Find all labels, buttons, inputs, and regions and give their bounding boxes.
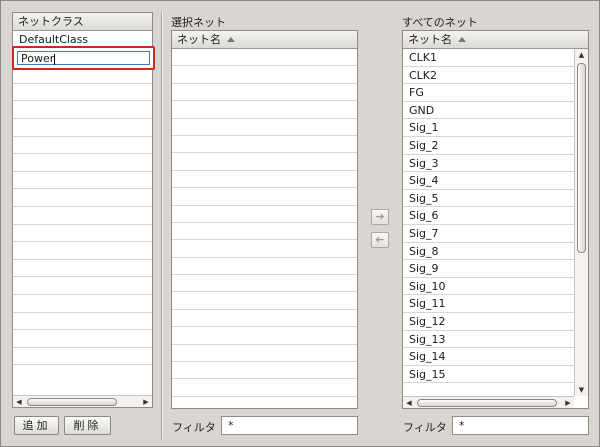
empty-row [172,275,357,293]
net-list-item[interactable]: FG [403,84,574,102]
empty-row [172,310,357,328]
empty-row [13,348,152,366]
empty-row [172,171,357,189]
all-nets-title: すべてのネット [402,16,478,29]
arrow-right-icon: ➔ [375,210,385,223]
net-list-item[interactable]: CLK2 [403,67,574,85]
net-list-item[interactable]: Sig_3 [403,155,574,173]
all-nets-list[interactable]: ネット名 CLK1 CLK2 FG GND Sig_1 Sig_2 Sig_3 Sig_4 Si… [402,30,589,409]
empty-row [13,225,152,243]
net-class-hscroll[interactable]: ◀ ▶ [13,395,152,407]
empty-row [172,362,357,380]
text-caret [54,53,56,65]
net-list-item[interactable]: Sig_10 [403,278,574,296]
empty-row [172,292,357,310]
scroll-up-icon[interactable]: ▲ [575,49,588,61]
empty-row [172,153,357,171]
net-list-item[interactable]: Sig_5 [403,190,574,208]
net-class-edit-highlight: Power [12,46,155,70]
all-filter-label: フィルタ [403,421,447,434]
add-net-button[interactable]: ➔ [371,209,389,225]
scroll-right-icon[interactable]: ▶ [563,398,573,408]
empty-row [172,119,357,136]
empty-row [13,101,152,119]
empty-row [13,154,152,172]
empty-row [172,258,357,276]
empty-row [172,206,357,223]
scroll-right-icon[interactable]: ▶ [141,397,151,407]
empty-row [13,207,152,225]
sort-ascending-icon [227,36,235,42]
net-class-list[interactable]: ネットクラス DefaultClass ◀ ▶ [12,12,153,408]
sort-ascending-icon [458,36,466,42]
separator [161,11,162,439]
all-nets-header-label: ネット名 [408,33,452,46]
net-list-item[interactable]: Sig_13 [403,331,574,349]
empty-row [172,188,357,206]
empty-row [172,327,357,345]
net-list-item[interactable]: Sig_6 [403,207,574,225]
empty-row [172,84,357,102]
scroll-down-icon[interactable]: ▼ [575,384,588,396]
selected-nets-list[interactable]: ネット名 [171,30,358,409]
empty-row [13,330,152,348]
all-nets-header[interactable]: ネット名 [403,31,588,49]
net-list-item[interactable]: Sig_1 [403,119,574,137]
empty-row [13,260,152,278]
empty-row [13,84,152,102]
selected-nets-title: 選択ネット [171,16,226,29]
empty-row [13,119,152,137]
empty-row [172,66,357,84]
net-list-item[interactable]: Sig_14 [403,348,574,366]
empty-row [13,242,152,260]
add-button[interactable]: 追加 [14,416,59,435]
net-class-dialog: ネットクラス DefaultClass ◀ ▶ Power 追加 削除 選択ネッ… [0,0,600,447]
net-class-name-value: Power [21,52,55,65]
net-list-item[interactable]: Sig_15 [403,366,574,384]
empty-row [13,313,152,331]
selected-filter-label: フィルタ [172,421,216,434]
delete-button[interactable]: 削除 [64,416,111,435]
net-list-item[interactable]: Sig_11 [403,295,574,313]
empty-row [172,345,357,363]
scroll-left-icon[interactable]: ◀ [14,397,24,407]
all-filter-input[interactable]: * [452,416,589,435]
net-list-item[interactable]: Sig_8 [403,243,574,261]
net-class-header[interactable]: ネットクラス [13,13,152,31]
net-list-item[interactable]: GND [403,102,574,120]
net-list-item[interactable]: Sig_2 [403,137,574,155]
empty-row [172,49,357,67]
selected-nets-header-label: ネット名 [177,33,221,46]
all-nets-rows: CLK1 CLK2 FG GND Sig_1 Sig_2 Sig_3 Sig_4 Sig_5 Si… [403,49,574,384]
selected-filter-input[interactable]: * [221,416,358,435]
selected-nets-rows [172,49,357,397]
net-list-item[interactable]: Sig_12 [403,313,574,331]
empty-row [13,189,152,207]
selected-nets-header[interactable]: ネット名 [172,31,357,49]
net-list-item[interactable]: CLK1 [403,49,574,67]
arrow-left-icon: ➔ [375,233,385,246]
empty-row [13,137,152,155]
empty-row [13,172,152,190]
empty-row [172,101,357,119]
empty-row [172,379,357,397]
empty-row [13,277,152,295]
net-class-name-input[interactable]: Power [17,51,150,65]
scroll-thumb[interactable] [417,399,557,407]
remove-net-button[interactable]: ➔ [371,232,389,248]
all-nets-hscroll[interactable]: ◀ ▶ [403,396,574,408]
empty-row [172,223,357,241]
empty-row [13,295,152,313]
net-class-rows: DefaultClass [13,31,152,366]
net-list-item[interactable]: Sig_9 [403,260,574,278]
empty-row [172,136,357,154]
net-list-item[interactable]: Sig_4 [403,172,574,190]
net-list-item[interactable]: Sig_7 [403,225,574,243]
empty-row [172,240,357,258]
scroll-left-icon[interactable]: ◀ [404,398,414,408]
scroll-thumb[interactable] [27,398,117,406]
vscroll-thumb[interactable] [577,63,586,253]
all-nets-vscroll[interactable]: ▲ ▼ [574,49,588,396]
